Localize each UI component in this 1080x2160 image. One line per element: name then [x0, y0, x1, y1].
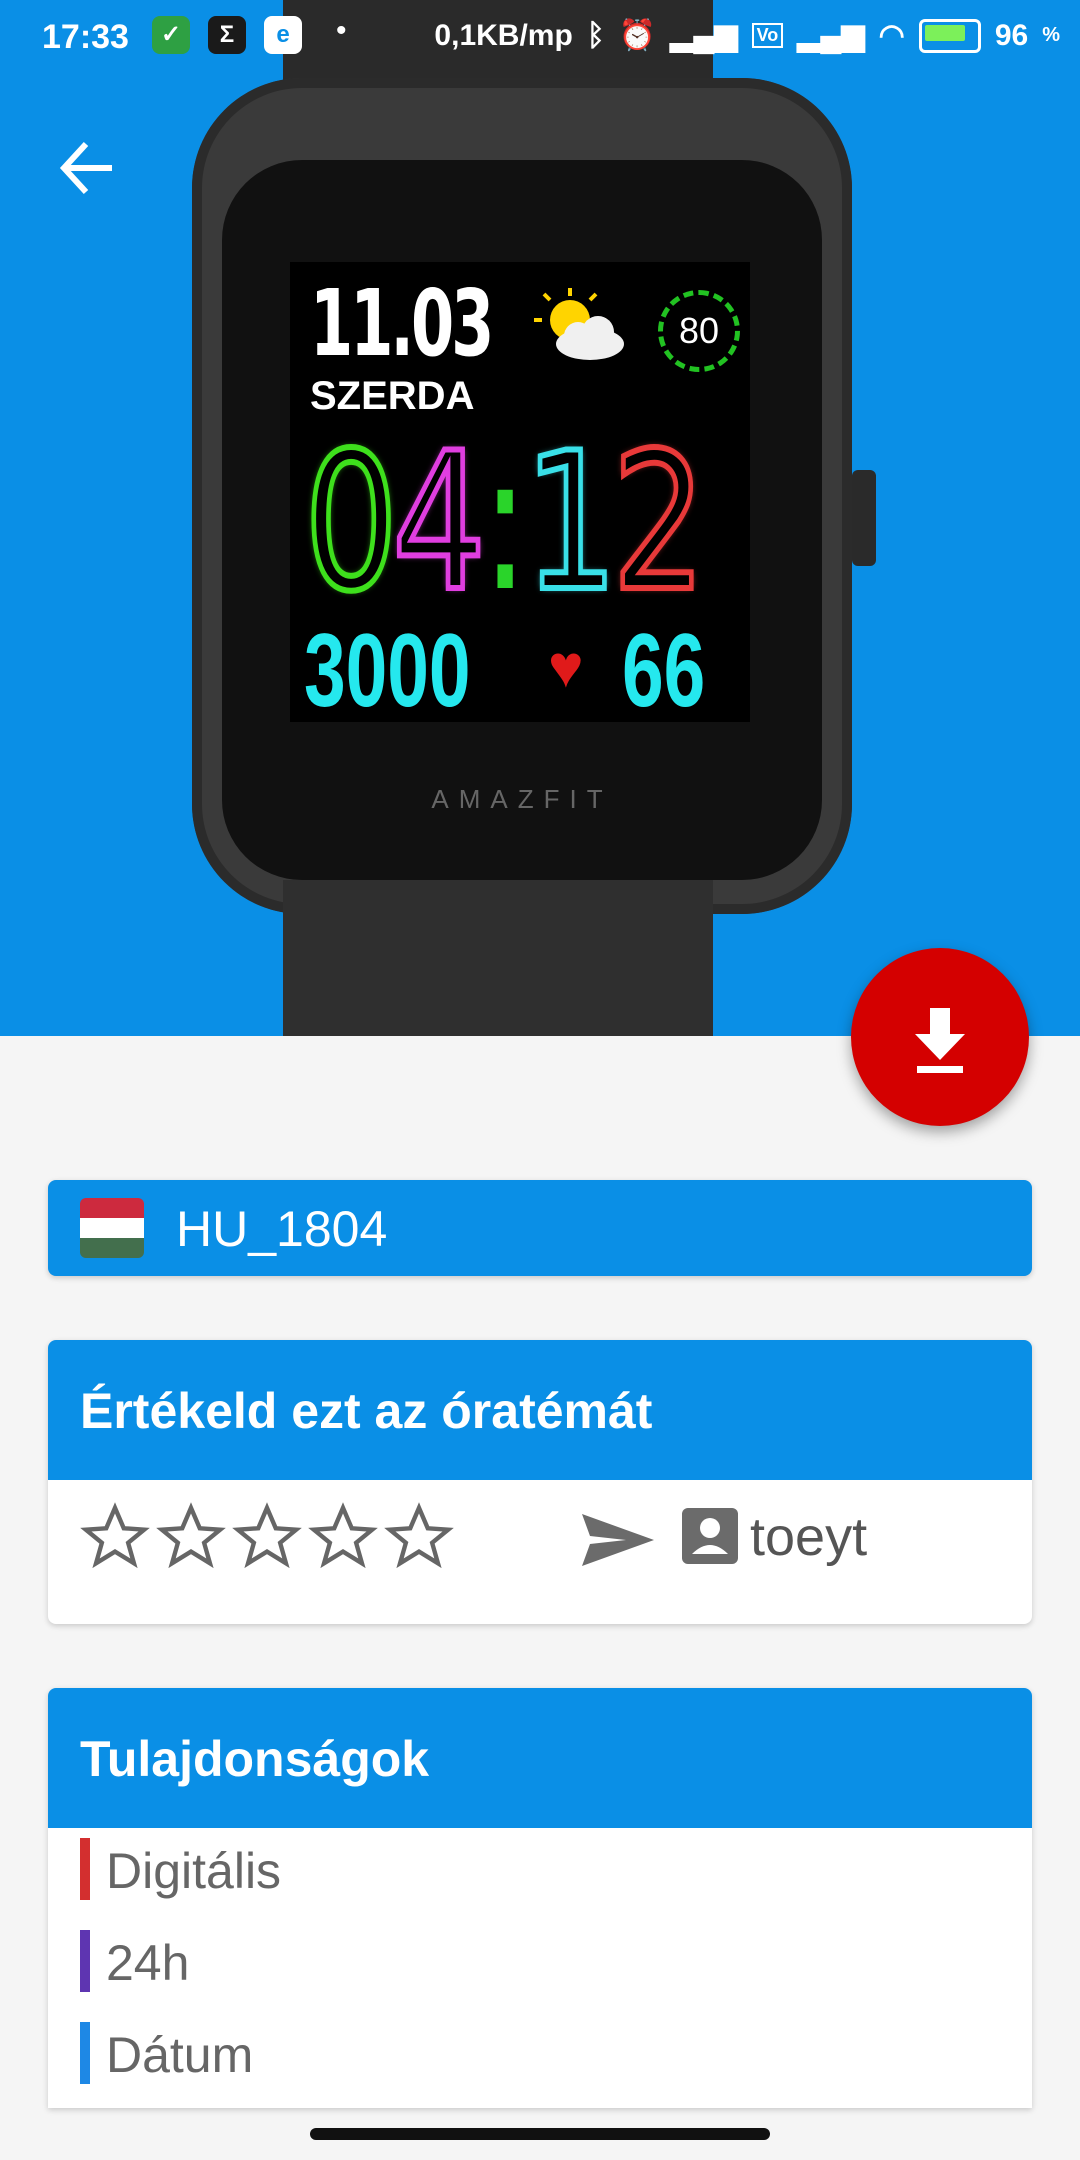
author-name[interactable]: toeyt [750, 1506, 867, 1568]
status-bar: 17:33 ✓ Σ e • 0,1KB/mp ᛒ ⏰ ▂▄▆ Vo ▂▄▆ ◠ … [0, 0, 1080, 80]
account-icon [682, 1508, 738, 1564]
properties-heading: Tulajdonságok [80, 1731, 430, 1787]
watchface-name: HU_1804 [176, 1201, 388, 1257]
wifi-icon: ◠ [878, 19, 905, 52]
watch-date: 11.03 [310, 270, 494, 377]
star-3-icon[interactable] [232, 1502, 302, 1572]
download-button[interactable] [851, 948, 1029, 1126]
watch-colon: : [480, 412, 530, 633]
app-notification-icon: ✓ [152, 16, 190, 54]
watch-minute: 12 [521, 409, 708, 636]
download-icon [915, 1008, 965, 1073]
bluetooth-icon: ᛒ [586, 18, 605, 52]
watch-time: 04:12 [302, 409, 709, 636]
property-color-bar [80, 2022, 90, 2084]
watch-battery-ring: 80 [658, 290, 740, 372]
watch-crown [852, 470, 876, 566]
properties-card: Tulajdonságok Digitális 24h Dátum [48, 1688, 1032, 2108]
signal-icon: ▂▄▆ [670, 19, 738, 52]
home-indicator[interactable] [310, 2128, 770, 2140]
battery-unit: % [1042, 24, 1060, 46]
watch-screen: 11.03 SZERDA 80 04:12 3000 ♥ 66 [290, 262, 750, 729]
weather-icon [522, 282, 632, 377]
status-time: 17:33 [42, 18, 129, 56]
alarm-icon: ⏰ [618, 19, 657, 52]
properties-header: Tulajdonságok [48, 1688, 1032, 1828]
rating-row: toeyt [80, 1502, 1020, 1602]
watch-preview: 11.03 SZERDA 80 04:12 3000 ♥ 66 AMAZFIT [0, 0, 1080, 1036]
rating-card: Értékeld ezt az óratémát toeyt [48, 1340, 1032, 1624]
signal-icon-2: ▂▄▆ [797, 19, 865, 52]
star-1-icon[interactable] [80, 1502, 150, 1572]
property-label: 24h [106, 1935, 190, 1991]
watchface-title-card: HU_1804 [48, 1180, 1032, 1276]
star-2-icon[interactable] [156, 1502, 226, 1572]
more-notifications-icon: • [336, 14, 347, 47]
rating-heading: Értékeld ezt az óratémát [80, 1383, 653, 1439]
watch-heart-rate: 66 [622, 613, 706, 729]
watch-hour: 04 [302, 409, 489, 636]
property-color-bar [80, 1838, 90, 1900]
sigma-icon: Σ [208, 16, 246, 54]
star-5-icon[interactable] [384, 1502, 454, 1572]
watch-steps: 3000 [304, 613, 471, 729]
volte-icon: Vo [751, 23, 784, 48]
heart-icon: ♥ [548, 633, 584, 700]
property-color-bar [80, 1930, 90, 1992]
battery-percent: 96 [994, 18, 1029, 52]
watch-brand: AMAZFIT [431, 784, 613, 814]
property-label: Dátum [106, 2027, 254, 2083]
property-label: Digitális [106, 1843, 282, 1899]
network-speed: 0,1KB/mp [434, 18, 573, 52]
rating-header: Értékeld ezt az óratémát [48, 1340, 1032, 1480]
arrow-left-icon [59, 141, 112, 195]
star-4-icon[interactable] [308, 1502, 378, 1572]
watch-strap-bottom [283, 880, 713, 1036]
hungary-flag-icon [80, 1198, 144, 1258]
e-app-icon: e [264, 16, 302, 54]
send-icon[interactable] [580, 1510, 656, 1570]
back-button[interactable] [56, 136, 120, 200]
battery-icon [918, 18, 981, 53]
